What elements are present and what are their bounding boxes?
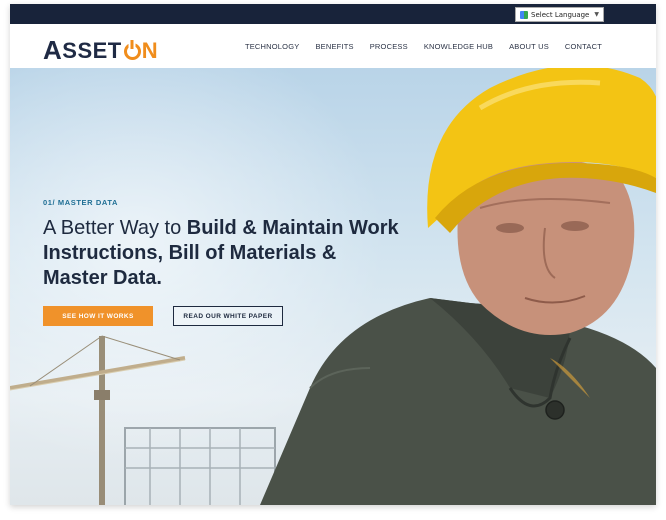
headline-light-text: A Better Way to — [43, 217, 187, 239]
logo-letter-a: A — [43, 35, 63, 65]
logo-text: SSET — [62, 37, 122, 63]
browser-frame: Select Language ▼ A SSET N TECHNOLOGY BE… — [10, 4, 656, 505]
worker-jacket-image — [260, 298, 656, 505]
nav-item-technology[interactable]: TECHNOLOGY — [245, 42, 300, 51]
nav-item-knowledge-hub[interactable]: KNOWLEDGE HUB — [424, 42, 493, 51]
logo-letter-n: N — [141, 37, 159, 63]
construction-crane-image — [10, 335, 186, 505]
building-structure-image — [124, 427, 276, 505]
hero-headline: A Better Way to Build & Maintain Work In… — [43, 216, 403, 291]
nav-item-about-us[interactable]: ABOUT US — [509, 42, 549, 51]
read-white-paper-button[interactable]: READ OUR WHITE PAPER — [173, 306, 283, 326]
nav-menu: TECHNOLOGY BENEFITS PROCESS KNOWLEDGE HU… — [245, 24, 602, 68]
chevron-down-icon: ▼ — [594, 11, 599, 18]
see-how-it-works-button[interactable]: SEE HOW IT WORKS — [43, 306, 153, 326]
nav-item-benefits[interactable]: BENEFITS — [315, 42, 353, 51]
nav-item-contact[interactable]: CONTACT — [565, 42, 602, 51]
google-translate-icon — [520, 10, 528, 19]
nav-item-process[interactable]: PROCESS — [370, 42, 408, 51]
main-navigation: A SSET N TECHNOLOGY BENEFITS PROCESS KNO… — [10, 24, 656, 68]
power-icon — [123, 43, 141, 60]
top-bar: Select Language ▼ — [10, 4, 656, 24]
asseton-logo[interactable]: A SSET N — [43, 35, 158, 66]
language-select[interactable]: Select Language ▼ — [515, 7, 604, 22]
section-eyebrow: 01/ MASTER DATA — [43, 198, 118, 207]
language-select-label: Select Language — [531, 10, 590, 19]
hero-section: 01/ MASTER DATA A Better Way to Build & … — [10, 68, 656, 505]
